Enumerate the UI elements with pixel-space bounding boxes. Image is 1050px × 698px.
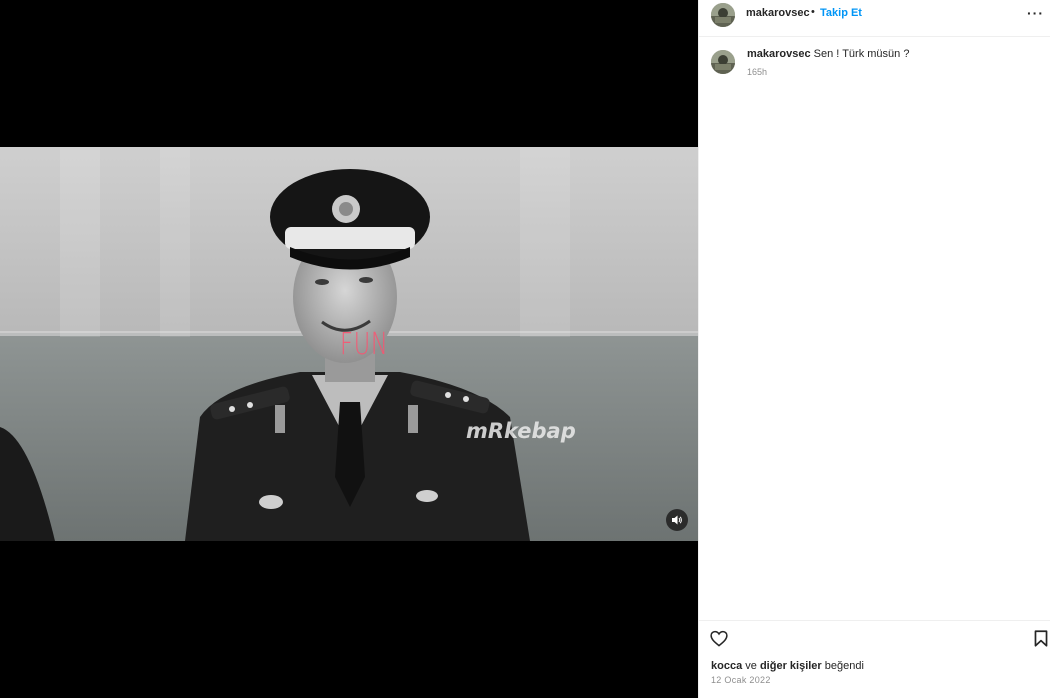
save-button[interactable] (1034, 630, 1048, 652)
liked-by-connector: ve (745, 660, 757, 672)
speaker-icon (672, 515, 682, 525)
post-details-panel: makarovsec • Takip Et ··· makarovsec Sen… (698, 0, 1050, 698)
post-actions-bar: kocca ve diğer kişiler beğendi 12 Ocak 2… (699, 620, 1050, 698)
post-date[interactable]: 12 Ocak 2022 (711, 675, 771, 685)
caption-text-line: makarovsec Sen ! Türk müsün ? (747, 48, 909, 60)
caption-author-avatar[interactable] (711, 50, 735, 74)
bookmark-icon (1034, 630, 1048, 647)
caption-timestamp[interactable]: 165h (747, 67, 767, 77)
header-separator: • (811, 6, 815, 18)
avatar-icon (711, 3, 735, 27)
caption-username-link[interactable]: makarovsec (747, 48, 811, 60)
liked-by-user-link[interactable]: kocca (711, 660, 742, 672)
video-player[interactable]: FUN mRkebap (0, 147, 698, 541)
video-watermark: mRkebap (466, 419, 576, 443)
liked-by-suffix: beğendi (824, 660, 864, 672)
liked-by-summary: kocca ve diğer kişiler beğendi (711, 660, 864, 672)
follow-button[interactable]: Takip Et (820, 7, 862, 19)
avatar-icon (711, 50, 735, 74)
more-options-icon[interactable]: ··· (1027, 5, 1044, 21)
liked-by-others-link[interactable]: diğer kişiler (760, 660, 822, 672)
author-username-link[interactable]: makarovsec (746, 7, 810, 19)
caption-body: Sen ! Türk müsün ? (813, 48, 910, 60)
post-header: makarovsec • Takip Et ··· (699, 0, 1050, 37)
mute-button[interactable] (666, 509, 688, 531)
like-button[interactable] (710, 630, 728, 652)
media-pane: FUN mRkebap (0, 0, 698, 698)
heart-icon (710, 630, 728, 647)
video-overlay-text: FUN (340, 327, 389, 362)
author-avatar[interactable] (711, 3, 735, 27)
